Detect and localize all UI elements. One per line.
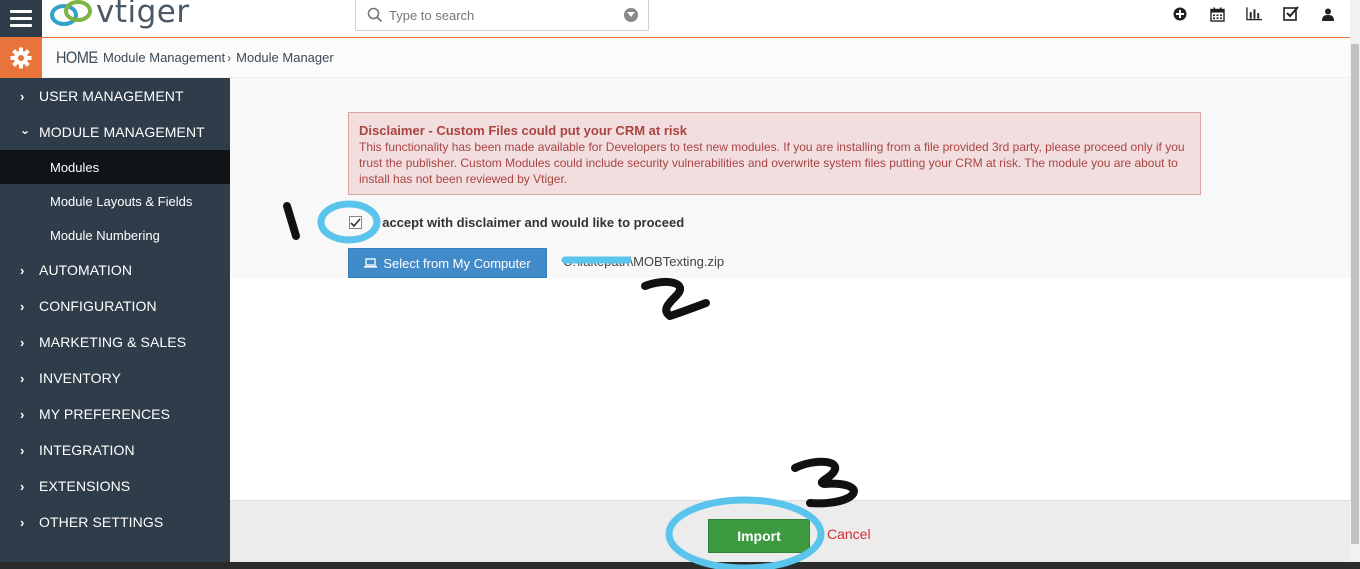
checkmark-icon — [350, 217, 361, 227]
annotation-step-2-stroke — [641, 277, 710, 320]
sidebar-item-user-management[interactable]: › USER MANAGEMENT — [0, 78, 230, 114]
logo-mark-icon — [50, 0, 92, 26]
sidebar-item-label: EXTENSIONS — [39, 478, 131, 494]
sidebar-item-label: CONFIGURATION — [39, 298, 157, 314]
chevron-right-icon: › — [20, 514, 25, 530]
scrollbar-thumb[interactable] — [1351, 44, 1359, 544]
sidebar-subitem-module-numbering[interactable]: Module Numbering — [0, 218, 230, 252]
chevron-right-icon: › — [20, 478, 25, 494]
user-icon[interactable] — [1320, 6, 1336, 22]
page-scrollbar[interactable] — [1350, 0, 1360, 569]
sidebar-item-automation[interactable]: › AUTOMATION — [0, 252, 230, 288]
plus-circle-icon[interactable] — [1172, 6, 1188, 22]
gear-icon — [10, 47, 32, 69]
sidebar-subitem-module-layouts-fields[interactable]: Module Layouts & Fields — [0, 184, 230, 218]
checkbox-icon[interactable] — [1283, 6, 1299, 22]
menu-icon[interactable] — [0, 0, 42, 37]
logo-text: vtiger — [96, 0, 190, 30]
accept-disclaimer-label[interactable]: I accept with disclaimer and would like … — [375, 215, 684, 230]
chevron-right-icon: › — [20, 262, 25, 278]
disclaimer-title: Disclaimer - Custom Files could put your… — [359, 123, 687, 138]
sidebar-item-label: INTEGRATION — [39, 442, 135, 458]
annotation-step-3-stroke — [791, 457, 858, 508]
chevron-right-icon: › — [20, 406, 25, 422]
taskbar-strip — [0, 562, 1360, 569]
sidebar-item-configuration[interactable]: › CONFIGURATION — [0, 288, 230, 324]
sidebar-item-integration[interactable]: › INTEGRATION — [0, 432, 230, 468]
selected-filename: C:\fakepath\MOBTexting.zip — [563, 254, 725, 269]
sidebar-item-extensions[interactable]: › EXTENSIONS — [0, 468, 230, 504]
breadcrumb-home[interactable]: HOME — [56, 48, 98, 68]
accept-disclaimer-row: I accept with disclaimer and would like … — [348, 215, 684, 230]
sidebar-item-label: MARKETING & SALES — [39, 334, 187, 350]
search-input[interactable] — [383, 1, 624, 29]
search-options-dropdown-icon[interactable] — [624, 8, 638, 22]
breadcrumb: HOME › Module Management › Module Manage… — [42, 38, 1350, 78]
laptop-icon — [364, 258, 378, 268]
disclaimer-body: This functionality has been made availab… — [359, 140, 1185, 186]
select-from-computer-button[interactable]: Select from My Computer — [348, 248, 547, 278]
disclaimer-alert: Disclaimer - Custom Files could put your… — [348, 112, 1201, 195]
chevron-right-icon: › — [20, 88, 25, 104]
chevron-right-icon: › — [20, 298, 25, 314]
chevron-down-icon: › — [18, 129, 34, 135]
import-button[interactable]: Import — [708, 519, 810, 553]
form-footer: Import Cancel — [230, 500, 1350, 562]
app-logo[interactable]: vtiger — [48, 0, 190, 30]
chevron-right-icon: › — [227, 50, 232, 65]
settings-gear-tile[interactable] — [0, 38, 42, 78]
sidebar-item-other-settings[interactable]: › OTHER SETTINGS — [0, 504, 230, 540]
chevron-right-icon: › — [20, 370, 25, 386]
module-import-panel: Disclaimer - Custom Files could put your… — [230, 78, 1350, 278]
breadcrumb-module-management[interactable]: Module Management — [103, 50, 225, 65]
bar-chart-icon[interactable] — [1246, 6, 1262, 22]
top-navbar: vtiger — [0, 0, 1350, 38]
sidebar-item-inventory[interactable]: › INVENTORY — [0, 360, 230, 396]
chevron-right-icon: › — [20, 442, 25, 458]
sidebar-subitem-modules[interactable]: Modules — [0, 150, 230, 184]
top-actions — [1172, 6, 1336, 22]
sidebar-item-label: USER MANAGEMENT — [39, 88, 184, 104]
sidebar-item-label: OTHER SETTINGS — [39, 514, 164, 530]
settings-sidebar: › USER MANAGEMENT › MODULE MANAGEMENT Mo… — [0, 78, 230, 562]
sidebar-item-label: AUTOMATION — [39, 262, 133, 278]
sidebar-item-label: MY PREFERENCES — [39, 406, 171, 422]
sidebar-item-label: INVENTORY — [39, 370, 122, 386]
sidebar-item-label: MODULE MANAGEMENT — [39, 124, 205, 140]
cancel-link[interactable]: Cancel — [827, 526, 871, 542]
breadcrumb-module-manager: Module Manager — [236, 50, 334, 65]
sidebar-item-module-management[interactable]: › MODULE MANAGEMENT — [0, 114, 230, 150]
calendar-icon[interactable] — [1209, 6, 1225, 22]
search-icon — [367, 7, 383, 23]
select-from-computer-label: Select from My Computer — [383, 255, 531, 271]
sidebar-item-marketing-sales[interactable]: › MARKETING & SALES — [0, 324, 230, 360]
sidebar-item-my-preferences[interactable]: › MY PREFERENCES — [0, 396, 230, 432]
chevron-right-icon: › — [20, 334, 25, 350]
accept-disclaimer-checkbox[interactable] — [349, 216, 362, 229]
global-search[interactable] — [355, 0, 649, 31]
